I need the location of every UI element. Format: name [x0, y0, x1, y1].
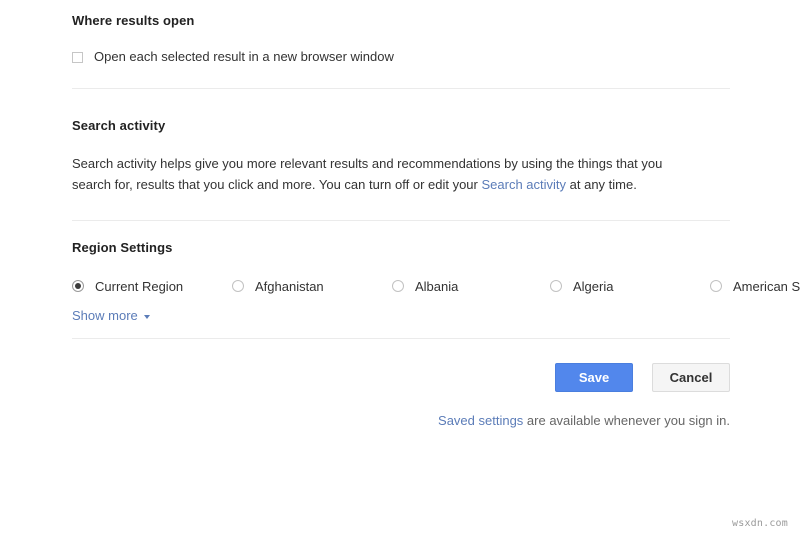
- region-radio-option[interactable]: American Samoa: [710, 276, 800, 296]
- radio-dot-icon: [395, 283, 401, 289]
- saved-settings-note: Saved settings are available whenever yo…: [72, 413, 730, 428]
- radio-dot-icon: [553, 283, 559, 289]
- search-activity-description: Search activity helps give you more rele…: [72, 153, 692, 195]
- open-in-new-window-checkbox[interactable]: [72, 52, 83, 63]
- spacer: [72, 65, 730, 88]
- radio-button-icon[interactable]: [710, 280, 722, 292]
- watermark: wsxdn.com: [732, 518, 788, 529]
- section-title-where-results-open: Where results open: [72, 13, 730, 28]
- region-radio-label: Albania: [415, 279, 458, 294]
- open-in-new-window-label: Open each selected result in a new brows…: [94, 49, 394, 65]
- radio-button-icon[interactable]: [392, 280, 404, 292]
- show-more-label: Show more: [72, 308, 138, 323]
- divider-after-region-settings: [72, 338, 730, 339]
- save-button[interactable]: Save: [555, 363, 633, 392]
- radio-dot-icon: [713, 283, 719, 289]
- region-radio-option[interactable]: Albania: [392, 276, 550, 296]
- saved-settings-note-text: are available whenever you sign in.: [523, 413, 730, 428]
- region-radio-label: Current Region: [95, 279, 183, 294]
- region-radio-grid: Current RegionAfghanistanAlbaniaAlgeriaA…: [72, 276, 730, 296]
- section-region-settings: Region Settings Current Region Afghanista…: [72, 221, 730, 325]
- section-search-activity: Search activity Search activity helps gi…: [72, 89, 730, 195]
- spacer: [72, 195, 730, 220]
- spacer: [72, 325, 730, 338]
- radio-button-icon[interactable]: [72, 280, 84, 292]
- radio-dot-icon: [235, 283, 241, 289]
- region-radio-label: Afghanistan: [255, 279, 324, 294]
- radio-button-icon[interactable]: [550, 280, 562, 292]
- radio-button-icon[interactable]: [232, 280, 244, 292]
- region-radio-label: Algeria: [573, 279, 613, 294]
- action-button-row: Save Cancel: [72, 363, 730, 392]
- search-activity-text-part2: at any time.: [566, 177, 637, 192]
- region-radio-label: American Samoa: [733, 279, 800, 294]
- section-title-region-settings: Region Settings: [72, 240, 730, 255]
- region-radio-option[interactable]: Afghanistan: [232, 276, 392, 296]
- settings-page: Where results open Open each selected re…: [72, 0, 730, 428]
- open-in-new-window-row[interactable]: Open each selected result in a new brows…: [72, 49, 730, 65]
- cancel-button[interactable]: Cancel: [652, 363, 730, 392]
- region-radio-option[interactable]: Current Region: [72, 276, 232, 296]
- section-title-search-activity: Search activity: [72, 118, 730, 133]
- search-activity-link[interactable]: Search activity: [481, 177, 566, 192]
- chevron-down-icon: [144, 315, 150, 319]
- radio-dot-icon: [75, 283, 81, 289]
- saved-settings-link[interactable]: Saved settings: [438, 413, 523, 428]
- section-where-results-open: Where results open Open each selected re…: [72, 0, 730, 65]
- region-radio-option[interactable]: Algeria: [550, 276, 710, 296]
- show-more-button[interactable]: Show more: [72, 308, 150, 323]
